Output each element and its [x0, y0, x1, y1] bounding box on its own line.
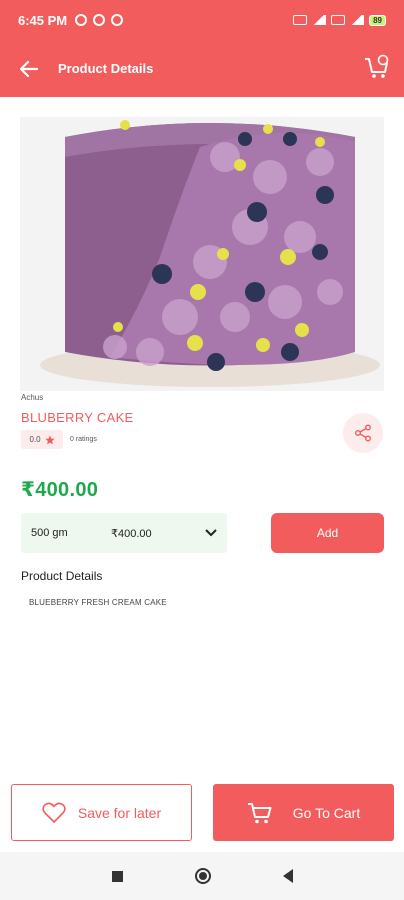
notification-icon [93, 14, 106, 26]
system-nav-bar [0, 852, 404, 900]
app-icon [111, 14, 124, 26]
brand-name: Achus [21, 393, 44, 402]
variant-price: ₹400.00 [111, 527, 152, 540]
rating-value: 0.0 [29, 435, 41, 444]
sim-icon [331, 15, 346, 25]
back-arrow-icon[interactable] [0, 40, 58, 97]
status-bar: 6:45 PM 89 [0, 0, 404, 40]
alarm-icon [75, 14, 88, 26]
heart-icon [42, 802, 66, 823]
system-back-icon[interactable] [282, 869, 293, 883]
status-time: 6:45 PM [18, 12, 68, 28]
share-button[interactable] [343, 413, 383, 453]
go-to-cart-label: Go To Cart [292, 804, 361, 821]
battery-icon: 89 [369, 14, 386, 26]
star-icon [44, 435, 55, 444]
vibrate-icon [293, 15, 308, 25]
details-text: BLUEBERRY FRESH CREAM CAKE [29, 598, 167, 607]
details-heading: Product Details [21, 569, 103, 583]
product-price: ₹400.00 [21, 479, 99, 501]
variant-select[interactable]: 500 gm ₹400.00 [21, 513, 227, 553]
product-name: BLUBERRY CAKE [21, 410, 134, 425]
recents-icon[interactable] [111, 870, 123, 882]
product-image [20, 117, 384, 391]
add-button[interactable]: Add [271, 513, 384, 553]
rating-count: 0 ratings [70, 436, 97, 443]
share-icon [355, 424, 371, 442]
variant-weight: 500 gm [31, 527, 68, 539]
app-bar: Product Details [0, 40, 404, 97]
cart-icon[interactable] [364, 54, 390, 80]
save-for-later-button[interactable]: Save for later [11, 784, 192, 841]
rating-badge: 0.0 [21, 430, 63, 449]
page-title: Product Details [58, 61, 154, 76]
go-to-cart-button[interactable]: Go To Cart [213, 784, 394, 841]
save-for-later-label: Save for later [77, 804, 162, 821]
signal-icon-2 [350, 15, 365, 25]
chevron-down-icon [205, 529, 217, 537]
cart-icon-bottom [247, 802, 272, 823]
signal-icon [312, 15, 327, 25]
home-icon[interactable] [194, 868, 211, 884]
